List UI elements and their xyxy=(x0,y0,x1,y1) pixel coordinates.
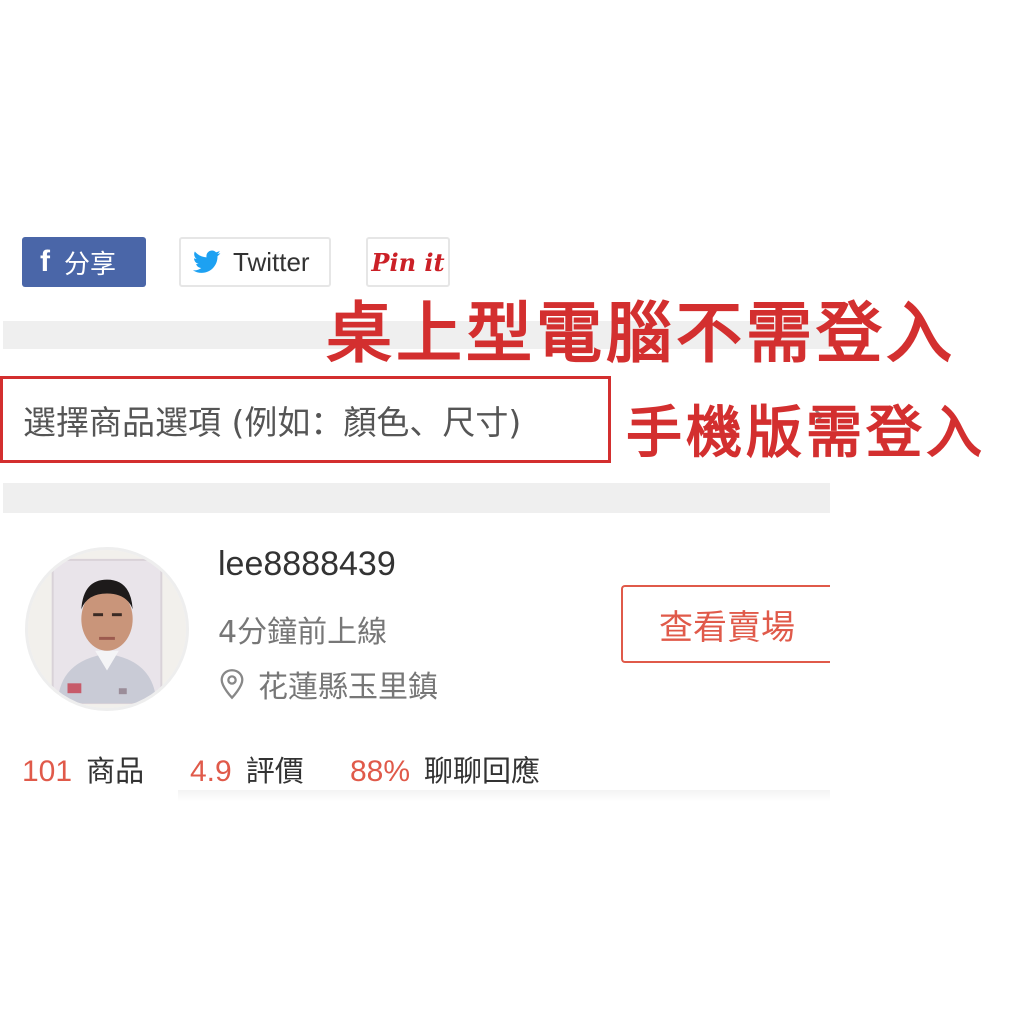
stat-rating: 4.9 評價 xyxy=(190,748,304,790)
map-pin-icon xyxy=(220,669,244,700)
stat-label: 商品 xyxy=(86,754,145,788)
desktop-login-note: 桌上型電腦不需登入 xyxy=(326,295,956,372)
seller-location: 花蓮縣玉里鎮 xyxy=(218,662,438,706)
view-shop-label: 查看賣場 xyxy=(659,607,795,648)
stat-label: 評價 xyxy=(245,754,304,788)
seller-online-status: 4分鐘前上線 xyxy=(218,615,388,650)
product-page-screenshot: f 分享 Twitter Pin it 選擇商品選項 (例如：顏色、尺寸) › … xyxy=(0,0,1024,1024)
mobile-login-note: 手機版需登入 xyxy=(626,401,986,466)
stat-value: 88% xyxy=(350,755,411,788)
seller-avatar[interactable] xyxy=(25,547,189,711)
seller-username[interactable]: lee8888439 xyxy=(218,545,396,584)
facebook-icon: f xyxy=(40,245,50,278)
stat-value: 4.9 xyxy=(190,755,232,788)
twitter-bird-icon xyxy=(193,250,221,273)
facebook-share-label: 分享 xyxy=(64,249,117,280)
stat-products: 101 商品 xyxy=(22,748,144,790)
section-divider xyxy=(178,790,830,802)
view-shop-button[interactable]: 查看賣場 xyxy=(621,585,836,663)
option-select-label: 選擇商品選項 (例如：顏色、尺寸) xyxy=(23,402,522,442)
pinterest-logo-icon: Pin it xyxy=(371,247,445,277)
facebook-share-button[interactable]: f 分享 xyxy=(22,237,146,287)
twitter-share-button[interactable]: Twitter xyxy=(179,237,331,287)
seller-location-text: 花蓮縣玉里鎮 xyxy=(258,670,438,705)
stat-label: 聊聊回應 xyxy=(424,754,541,788)
twitter-share-label: Twitter xyxy=(233,246,310,277)
stat-value: 101 xyxy=(22,755,73,788)
product-option-select[interactable]: 選擇商品選項 (例如：顏色、尺寸) xyxy=(0,376,611,463)
cropped-area xyxy=(830,480,1024,820)
avatar-photo xyxy=(28,550,186,708)
section-divider xyxy=(3,483,830,513)
stat-chat-response: 88% 聊聊回應 xyxy=(350,748,540,790)
